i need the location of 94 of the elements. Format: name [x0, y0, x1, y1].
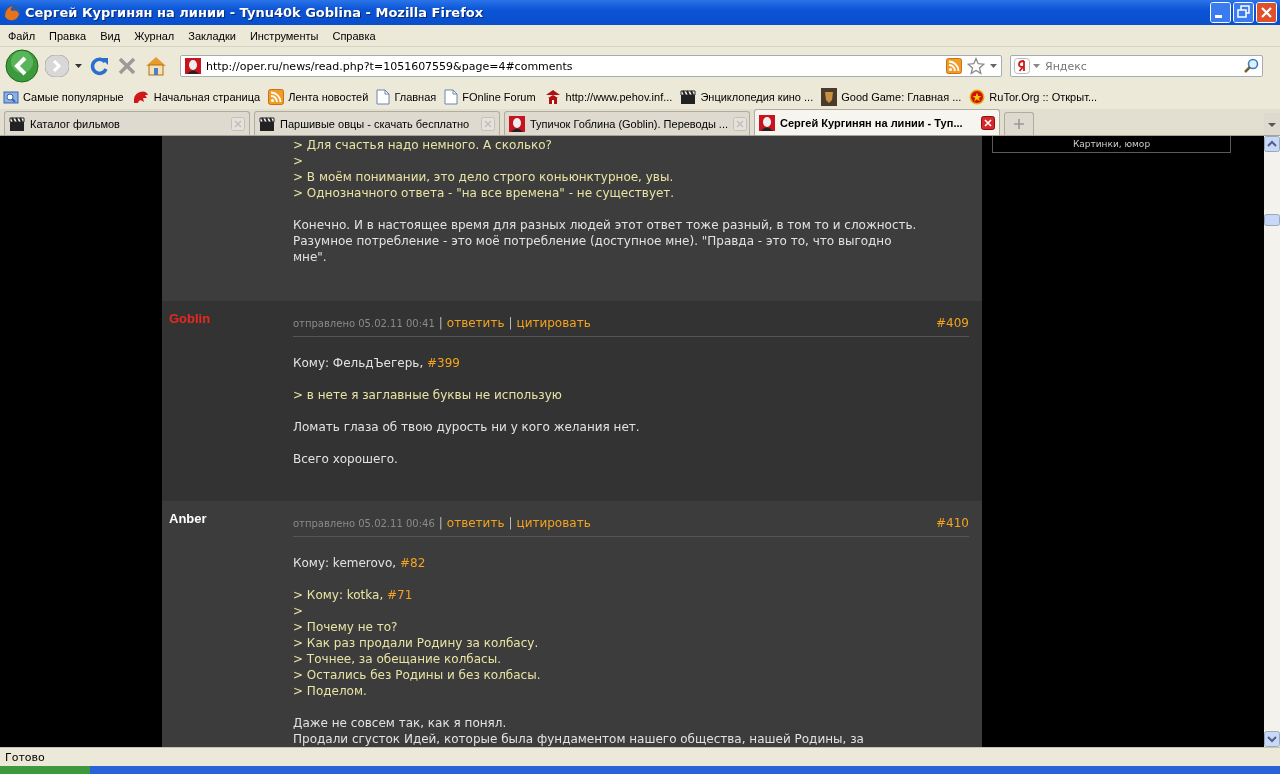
menu-item[interactable]: Закладки — [181, 29, 243, 42]
browser-tab[interactable]: Каталог фильмов — [4, 111, 250, 135]
minimize-icon[interactable] — [1210, 2, 1231, 23]
quote-link[interactable]: цитировать — [516, 515, 591, 531]
mask-icon — [821, 88, 838, 106]
star-icon[interactable] — [967, 57, 985, 75]
page-icon — [376, 89, 391, 105]
text-line: Даже не совсем так, как я понял. — [293, 715, 508, 731]
separator: | — [508, 315, 513, 331]
reply-link[interactable]: ответить — [446, 315, 505, 331]
bookmark-item[interactable]: FOnline Forum — [462, 91, 536, 103]
quote-link[interactable]: цитировать — [516, 315, 591, 331]
quote-line: > Однозначного ответа - "на все времена" - не существует. — [293, 185, 676, 201]
search-field[interactable]: Яндекс — [1010, 55, 1263, 77]
site-favicon-icon — [185, 58, 201, 74]
bookmark-item[interactable]: Лента новостей — [288, 91, 369, 103]
menu-item[interactable]: Вид — [93, 29, 128, 42]
clapper-icon — [259, 115, 275, 132]
window-title: Сергей Кургинян на линии - Tynu40k Goblina - Mozilla Firefox — [25, 5, 485, 20]
quote-line: > Остались без Родины и без колбасы. — [293, 667, 542, 683]
scroll-up-icon[interactable] — [1264, 136, 1280, 152]
yandex-icon[interactable] — [1014, 58, 1030, 74]
quote-line: > Почему не то? — [293, 619, 399, 635]
quote-line: > в нете я заглавные буквы не использую — [293, 387, 563, 403]
quote-line: > Поделом. — [293, 683, 368, 699]
address-field[interactable]: http://oper.ru/news/read.php?t=1051607559&page=4#comments — [180, 55, 1002, 77]
comment-number-link[interactable]: #409 — [936, 315, 969, 331]
portrait-icon — [759, 114, 775, 131]
bookmark-item[interactable]: Самые популярные — [23, 91, 124, 103]
reload-icon[interactable] — [88, 55, 110, 77]
separator: | — [508, 515, 513, 531]
close-icon[interactable] — [1256, 2, 1277, 23]
comment-link[interactable]: #71 — [387, 588, 413, 602]
menu-item[interactable]: Справка — [325, 29, 383, 42]
text-line: Ломать глаза об твою дурость ни у кого желания нет. — [293, 419, 641, 435]
quote-line: > Кому: kotka, #71 — [293, 587, 414, 603]
author-name[interactable]: Anber — [169, 511, 207, 526]
quote-line: > Как раз продали Родину за колбасу. — [293, 635, 540, 651]
browser-tab[interactable]: Тупичок Гоблина (Goblin). Переводы ... — [504, 111, 750, 135]
tab-close-icon[interactable] — [981, 115, 995, 130]
text-line: Всего хорошего. — [293, 451, 399, 467]
portrait-icon — [509, 115, 525, 132]
firefox-logo-icon — [3, 3, 21, 22]
text-line: Конечно. И в настоящее время для разных людей этот ответ тоже разный, в том то и сложность. — [293, 217, 918, 233]
comment-link[interactable]: #399 — [427, 356, 460, 370]
dragon-icon — [131, 89, 150, 105]
page-icon — [444, 89, 459, 105]
clapper-icon — [9, 115, 25, 132]
reply-link[interactable]: ответить — [446, 515, 505, 531]
comment-number-link[interactable]: #410 — [936, 515, 969, 531]
text-line: Кому: kemerovo, #82 — [293, 555, 427, 571]
scroll-thumb[interactable] — [1264, 214, 1280, 226]
browser-tab[interactable]: Паршивые овцы - скачать бесплатно — [254, 111, 500, 135]
bookmark-item[interactable]: Главная — [394, 91, 437, 103]
text-line: мне". — [293, 249, 328, 265]
quote-line: > — [293, 603, 305, 619]
dropdown-icon[interactable] — [990, 64, 997, 68]
menu-item[interactable]: Правка — [42, 29, 94, 42]
bookmark-item[interactable]: RuTor.Org :: Открыт... — [989, 91, 1098, 103]
text-line: Кому: ФельдЪегерь, #399 — [293, 355, 461, 371]
home-icon[interactable] — [144, 55, 168, 77]
bookmark-item[interactable]: Энциклопедия кино ... — [700, 91, 814, 103]
search-icon[interactable] — [1243, 58, 1259, 74]
forward-icon[interactable] — [45, 55, 69, 77]
clapper-icon — [680, 89, 697, 105]
star-emblem-icon — [969, 89, 986, 105]
menu-item[interactable]: Инструменты — [242, 29, 326, 42]
rss-icon — [946, 58, 962, 74]
sidebar-link[interactable]: Картинки, юмор — [1072, 139, 1151, 149]
stop-icon[interactable] — [116, 55, 138, 77]
separator: | — [438, 515, 443, 531]
folder-search-icon — [3, 89, 19, 105]
comment-link[interactable]: #82 — [399, 556, 426, 570]
separator: | — [438, 315, 443, 331]
bookmark-item[interactable]: Good Game: Главная ... — [841, 91, 962, 103]
restore-icon[interactable] — [1233, 2, 1254, 23]
bookmark-item[interactable]: http://www.pehov.inf... — [565, 91, 673, 103]
quote-line: > Для счастья надо немного. А сколько? — [293, 137, 553, 153]
text-line: Продали сгусток Идей, которые была фундаментом нашего общества, нашей Родины, за — [293, 731, 865, 747]
post-date: отправлено 05.02.11 00:41 — [293, 317, 435, 331]
quote-line: > — [293, 153, 305, 169]
text-line: Разумное потребление - это моё потребление (доступное мне). "Правда - это то, что выгодно — [293, 233, 893, 249]
bookmark-item[interactable]: Начальная страница — [153, 91, 261, 103]
menu-item[interactable]: Файл — [1, 29, 43, 42]
back-icon[interactable] — [5, 49, 39, 83]
menu-item[interactable]: Журнал — [127, 29, 182, 42]
browser-tab[interactable]: Сергей Кургинян на линии - Туп... — [754, 109, 1000, 135]
quote-line: > В моём понимании, это дело строго коньюнктурное, увы. — [293, 169, 675, 185]
scroll-down-icon[interactable] — [1264, 731, 1280, 747]
post-date: отправлено 05.02.11 00:46 — [293, 517, 435, 531]
status-text: Готово — [5, 750, 45, 764]
dropdown-icon[interactable] — [75, 64, 82, 68]
rss-icon — [268, 89, 285, 105]
quote-line: > Точнее, за обещание колбасы. — [293, 651, 502, 667]
